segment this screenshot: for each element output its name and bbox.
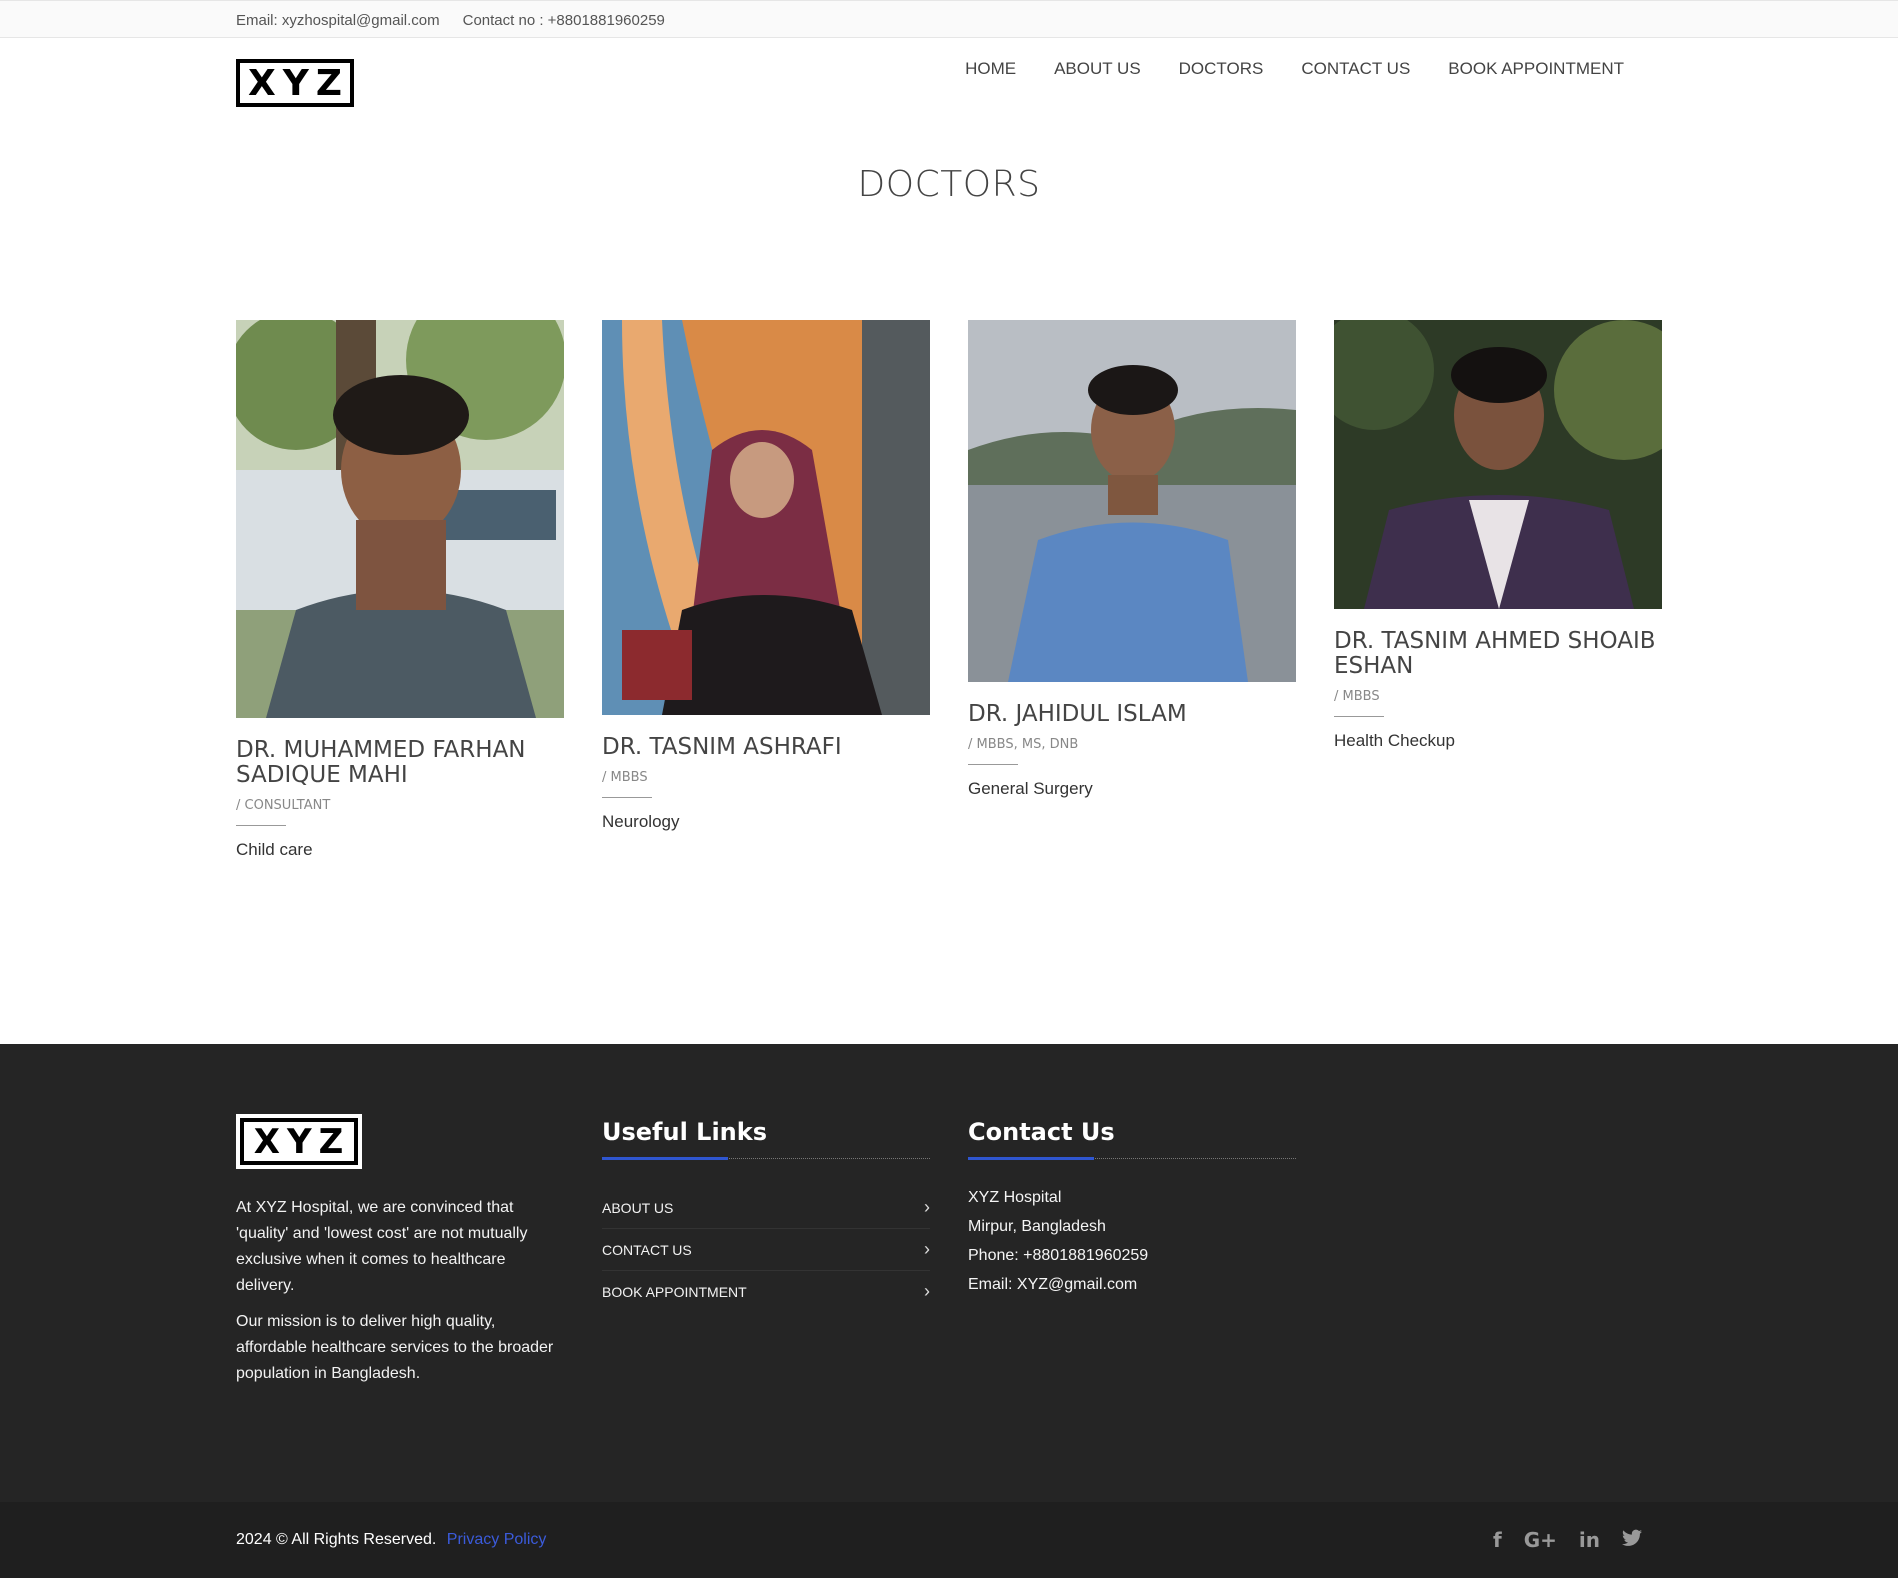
doctor-name: DR. TASNIM AHMED SHOAIB ESHAN: [1334, 628, 1656, 679]
doctor-photo[interactable]: [1334, 320, 1662, 609]
contact-email: Email: XYZ@gmail.com: [968, 1276, 1138, 1293]
bottom-bar: 2024 © All Rights Reserved. Privacy Poli…: [0, 1502, 1898, 1578]
main-nav: HOME ABOUT US DOCTORS CONTACT US BOOK AP…: [927, 59, 1624, 79]
about-paragraph-2: Our mission is to deliver high quality, …: [236, 1313, 554, 1382]
footer-link-label: CONTACT US: [602, 1241, 692, 1258]
useful-links-list: ABOUT US › CONTACT US › BOOK APPOINTMENT…: [602, 1187, 930, 1312]
doctor-card: DR. MUHAMMED FARHAN SADIQUE MAHI / CONSU…: [236, 320, 564, 860]
page-title: DOCTORS: [857, 164, 1041, 205]
doctor-specialty: Neurology: [602, 812, 680, 831]
doctor-degree: / MBBS, MS, DNB: [968, 737, 1079, 752]
logo-frame: XYZ: [242, 62, 349, 104]
twitter-icon[interactable]: [1622, 1528, 1642, 1552]
google-plus-icon[interactable]: G+: [1524, 1528, 1557, 1552]
doctor-photo[interactable]: [602, 320, 930, 715]
footer: XYZ At XYZ Hospital, we are convinced th…: [0, 1044, 1898, 1502]
footer-link-book-appointment[interactable]: BOOK APPOINTMENT ›: [602, 1271, 930, 1312]
doctor-degree: / MBBS: [602, 770, 648, 785]
privacy-policy-link[interactable]: Privacy Policy: [447, 1531, 547, 1548]
copyright: 2024 © All Rights Reserved. Privacy Poli…: [236, 1531, 546, 1549]
footer-logo[interactable]: XYZ: [236, 1114, 362, 1169]
topbar-email: Email: xyzhospital@gmail.com: [236, 11, 440, 29]
doctor-specialty: Child care: [236, 840, 313, 859]
footer-about-text: At XYZ Hospital, we are convinced that '…: [236, 1195, 564, 1387]
site-logo[interactable]: XYZ: [236, 59, 354, 107]
doctor-degree: / MBBS: [1334, 689, 1380, 704]
chevron-right-icon: ›: [924, 1281, 930, 1301]
doctor-name: DR. JAHIDUL ISLAM: [968, 701, 1187, 727]
about-paragraph-1: At XYZ Hospital, we are convinced that '…: [236, 1199, 528, 1294]
doctor-card: DR. JAHIDUL ISLAM / MBBS, MS, DNB Genera…: [968, 320, 1296, 799]
social-links: f G+ in: [1493, 1528, 1642, 1552]
contact-heading: Contact Us: [968, 1118, 1296, 1160]
doctor-specialty: Health Checkup: [1334, 731, 1455, 750]
doctor-degree: / CONSULTANT: [236, 798, 331, 813]
doctor-name: DR. TASNIM ASHRAFI: [602, 734, 842, 760]
contact-address: Mirpur, Bangladesh: [968, 1218, 1106, 1235]
footer-about: XYZ At XYZ Hospital, we are convinced th…: [236, 1114, 564, 1397]
nav-doctors[interactable]: DOCTORS: [1179, 59, 1264, 79]
useful-links-heading: Useful Links: [602, 1118, 930, 1160]
nav-contact-us[interactable]: CONTACT US: [1301, 59, 1410, 79]
copyright-text: 2024 © All Rights Reserved.: [236, 1531, 437, 1548]
doctor-specialty: General Surgery: [968, 779, 1093, 798]
nav-home[interactable]: HOME: [965, 59, 1016, 79]
divider: [602, 797, 652, 798]
footer-link-label: BOOK APPOINTMENT: [602, 1283, 747, 1300]
doctor-photo[interactable]: [236, 320, 564, 718]
chevron-right-icon: ›: [924, 1197, 930, 1217]
doctor-photo[interactable]: [968, 320, 1296, 682]
doctors-grid: DR. MUHAMMED FARHAN SADIQUE MAHI / CONSU…: [236, 320, 1662, 860]
footer-contact: Contact Us XYZ Hospital Mirpur, Banglade…: [968, 1114, 1296, 1397]
header: XYZ HOME ABOUT US DOCTORS CONTACT US BOO…: [0, 38, 1898, 128]
divider: [968, 764, 1018, 765]
doctor-card: DR. TASNIM AHMED SHOAIB ESHAN / MBBS Hea…: [1334, 320, 1662, 751]
footer-link-about-us[interactable]: ABOUT US ›: [602, 1187, 930, 1229]
nav-about-us[interactable]: ABOUT US: [1054, 59, 1141, 79]
facebook-icon[interactable]: f: [1493, 1528, 1502, 1552]
top-bar: Email: xyzhospital@gmail.com Contact no …: [0, 0, 1898, 38]
doctor-name: DR. MUHAMMED FARHAN SADIQUE MAHI: [236, 737, 526, 788]
logo-text: XYZ: [248, 62, 349, 104]
footer-logo-text: XYZ: [253, 1121, 351, 1162]
contact-hospital: XYZ Hospital: [968, 1189, 1062, 1206]
chevron-right-icon: ›: [924, 1239, 930, 1259]
divider: [1334, 716, 1384, 717]
footer-useful-links: Useful Links ABOUT US › CONTACT US › BOO…: [602, 1114, 930, 1397]
divider: [236, 825, 286, 826]
footer-logo-frame: XYZ: [240, 1118, 358, 1165]
footer-link-contact-us[interactable]: CONTACT US ›: [602, 1229, 930, 1271]
nav-book-appointment[interactable]: BOOK APPOINTMENT: [1448, 59, 1624, 79]
doctor-card: DR. TASNIM ASHRAFI / MBBS Neurology: [602, 320, 930, 832]
contact-phone: Phone: +8801881960259: [968, 1247, 1149, 1264]
topbar-contact: Contact no : +8801881960259: [462, 11, 665, 29]
linkedin-icon[interactable]: in: [1579, 1528, 1600, 1552]
footer-link-label: ABOUT US: [602, 1199, 674, 1216]
contact-details: XYZ Hospital Mirpur, Bangladesh Phone: +…: [968, 1183, 1296, 1299]
